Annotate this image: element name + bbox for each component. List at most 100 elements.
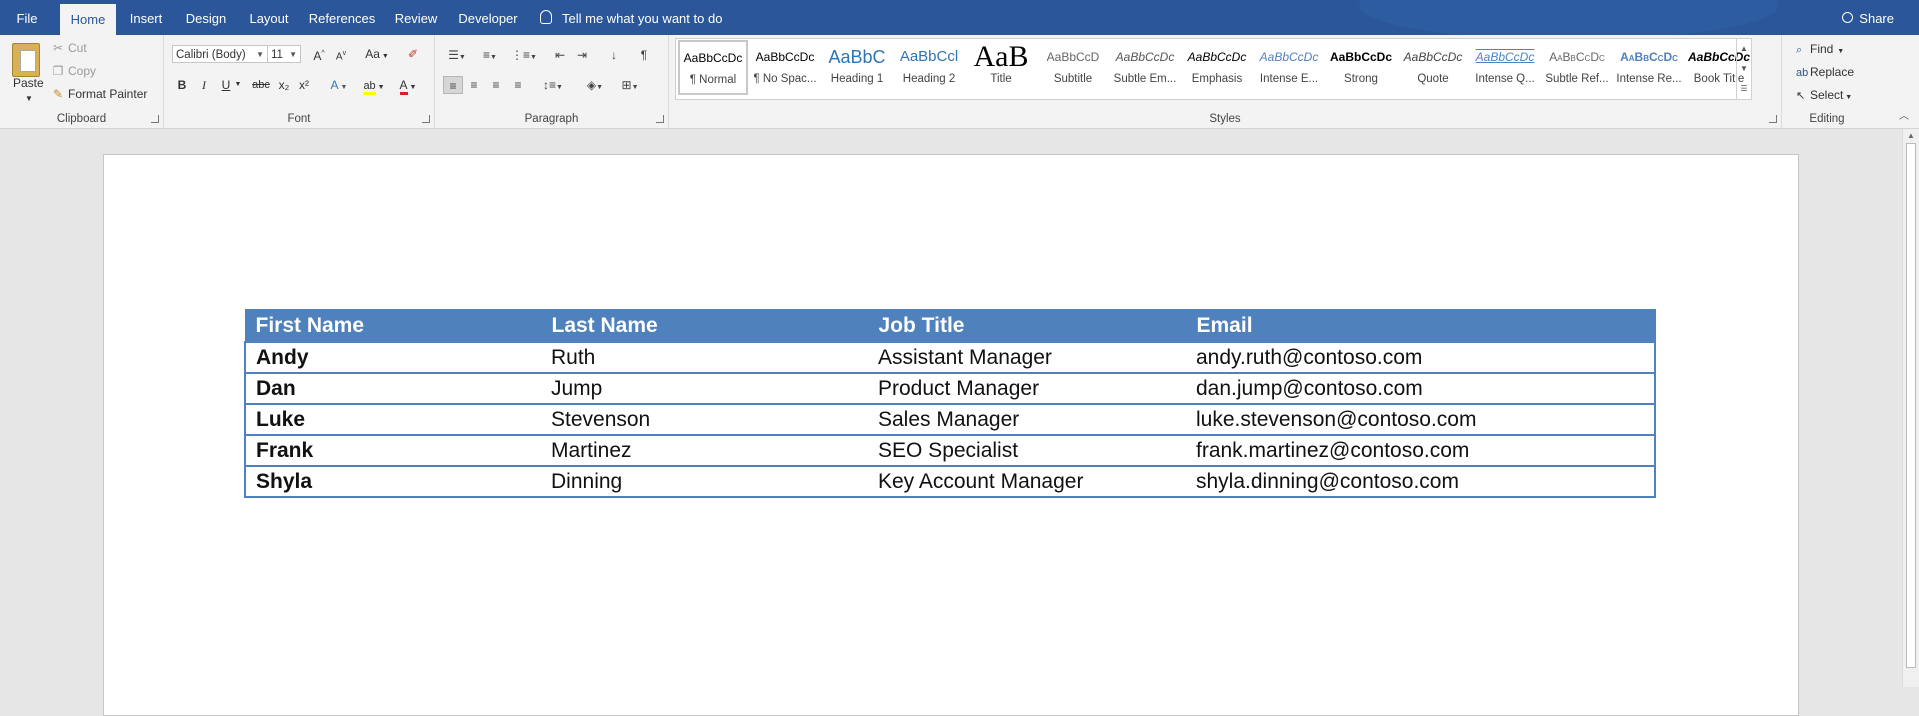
font-size-select[interactable]: 11 ▼ <box>267 45 301 63</box>
cell-last-name: Stevenson <box>541 403 868 436</box>
paste-button[interactable]: Paste ▼ <box>13 76 44 104</box>
style-title[interactable]: AaB Title <box>966 41 1036 96</box>
tell-me-search[interactable]: Tell me what you want to do <box>540 0 722 35</box>
clear-formatting-button[interactable]: ✐ <box>404 44 422 64</box>
underline-button[interactable]: U <box>218 75 234 95</box>
cut-button[interactable]: ✂ Cut <box>52 39 87 57</box>
format-painter-button[interactable]: ✎ Format Painter <box>52 85 147 103</box>
header-email: Email <box>1185 309 1656 343</box>
style-intense-reference[interactable]: AaBbCcDc Intense Re... <box>1614 41 1684 96</box>
style-heading-1[interactable]: AaBbC Heading 1 <box>822 41 892 96</box>
shading-icon[interactable]: ◈▼ <box>581 76 609 94</box>
style-subtitle[interactable]: AaBbCcD Subtitle <box>1038 41 1108 96</box>
scissors-icon: ✂ <box>52 41 64 55</box>
change-case-icon: Aa <box>365 47 380 61</box>
superscript-button[interactable]: x² <box>296 75 312 95</box>
style-subtle-emphasis[interactable]: AaBbCcDc Subtle Em... <box>1110 41 1180 96</box>
underline-dropdown[interactable]: ▼ <box>234 75 242 95</box>
align-center-icon[interactable]: ≡ <box>465 76 483 94</box>
sort-icon[interactable]: ↓ <box>605 46 623 64</box>
copy-button[interactable]: ❐ Copy <box>52 62 96 80</box>
tab-layout[interactable]: Layout <box>246 0 292 35</box>
clipboard-group-label: Clipboard <box>56 113 107 125</box>
share-button[interactable]: Share <box>1842 0 1894 35</box>
grow-font-button[interactable]: A^ <box>312 44 326 64</box>
align-left-icon[interactable]: ≡ <box>443 76 463 94</box>
replace-label: Replace <box>1810 65 1855 79</box>
tab-home[interactable]: Home <box>60 4 116 35</box>
italic-button[interactable]: I <box>196 75 212 95</box>
font-name-select[interactable]: Calibri (Body) ▼ <box>172 45 268 63</box>
style-intense-quote[interactable]: AaBbCcDc Intense Q... <box>1470 41 1540 96</box>
numbering-icon[interactable]: ≡▼ <box>476 46 504 64</box>
style-no-spacing[interactable]: AaBbCcDc ¶ No Spac... <box>750 41 820 96</box>
style-strong[interactable]: AaBbCcDc Strong <box>1326 41 1396 96</box>
bold-button[interactable]: B <box>174 75 190 95</box>
cell-last-name: Ruth <box>541 341 868 374</box>
style-intense-emphasis[interactable]: AaBbCcDc Intense E... <box>1254 41 1324 96</box>
shrink-font-button[interactable]: Av <box>334 44 348 64</box>
highlight-button[interactable]: ab ▼ <box>360 75 388 95</box>
subscript-button[interactable]: x₂ <box>276 75 292 95</box>
text-effects-button[interactable]: A ▼ <box>326 75 352 95</box>
table-row: Shyla Dinning Key Account Manager shyla.… <box>244 465 1656 498</box>
align-right-icon[interactable]: ≡ <box>487 76 505 94</box>
copy-label: Copy <box>68 64 97 78</box>
gallery-up-icon[interactable]: ▲ <box>1737 39 1751 59</box>
style-name: Intense E... <box>1259 73 1319 85</box>
tab-developer[interactable]: Developer <box>456 0 520 35</box>
contacts-table: First Name Last Name Job Title Email And… <box>244 309 1656 498</box>
gallery-down-icon[interactable]: ▼ <box>1737 59 1751 79</box>
style-emphasis[interactable]: AaBbCcDc Emphasis <box>1182 41 1252 96</box>
vertical-scrollbar[interactable]: ▲ <box>1902 129 1919 687</box>
scroll-up-icon[interactable]: ▲ <box>1907 131 1915 140</box>
find-button[interactable]: ⌕ Find ▼ <box>1796 39 1844 59</box>
cell-last-name: Jump <box>541 372 868 405</box>
tab-file[interactable]: File <box>10 0 44 35</box>
line-spacing-icon[interactable]: ↕≡▼ <box>539 76 567 94</box>
pilcrow-icon[interactable]: ¶ <box>635 46 653 64</box>
cell-last-name: Dinning <box>541 465 868 498</box>
decrease-indent-icon[interactable]: ⇤ <box>551 46 569 64</box>
justify-icon[interactable]: ≡ <box>509 76 527 94</box>
style-quote[interactable]: AaBbCcDc Quote <box>1398 41 1468 96</box>
paragraph-launcher-icon[interactable] <box>656 115 664 123</box>
cell-last-name: Martinez <box>541 434 868 467</box>
cell-first-name: Frank <box>244 434 541 467</box>
tab-insert[interactable]: Insert <box>126 0 166 35</box>
select-button[interactable]: ↖ Select ▼ <box>1796 85 1852 105</box>
tab-references[interactable]: References <box>308 0 376 35</box>
increase-indent-icon[interactable]: ⇥ <box>573 46 591 64</box>
style-heading-2[interactable]: AaBbCcl Heading 2 <box>894 41 964 96</box>
cell-first-name: Dan <box>244 372 541 405</box>
cell-job-title: Sales Manager <box>868 403 1186 436</box>
style-normal[interactable]: AaBbCcDc ¶ Normal <box>678 40 748 95</box>
collapse-ribbon-icon[interactable]: ︿ <box>1899 107 1909 122</box>
font-launcher-icon[interactable] <box>422 115 430 123</box>
cell-email: frank.martinez@contoso.com <box>1186 434 1656 467</box>
strikethrough-button[interactable]: abc <box>250 75 272 95</box>
style-name: Quote <box>1417 73 1449 85</box>
bullets-icon[interactable]: ☰▼ <box>444 46 470 64</box>
style-preview: AaBbCcDc <box>683 51 743 65</box>
document-page[interactable]: First Name Last Name Job Title Email And… <box>103 154 1799 716</box>
cursor-icon: ↖ <box>1796 90 1806 102</box>
styles-gallery-scroll: ▲ ▼ ☰ <box>1736 39 1751 99</box>
scrollbar-thumb[interactable] <box>1906 143 1916 668</box>
style-name: ¶ No Spac... <box>753 73 817 85</box>
style-subtle-reference[interactable]: AaBbCcDc Subtle Ref... <box>1542 41 1612 96</box>
clipboard-launcher-icon[interactable] <box>151 115 159 123</box>
multilevel-list-icon[interactable]: ⋮≡▼ <box>510 46 538 64</box>
table-row: Andy Ruth Assistant Manager andy.ruth@co… <box>244 341 1656 374</box>
font-name-value: Calibri (Body) <box>176 49 246 61</box>
font-color-button[interactable]: A ▼ <box>394 75 422 95</box>
style-name: Heading 1 <box>830 73 884 85</box>
paste-icon[interactable] <box>12 43 40 77</box>
replace-button[interactable]: ab Replace <box>1796 62 1854 82</box>
styles-launcher-icon[interactable] <box>1769 115 1777 123</box>
change-case-button[interactable]: Aa ▼ <box>362 44 392 64</box>
tab-review[interactable]: Review <box>391 0 441 35</box>
gallery-more-icon[interactable]: ☰ <box>1737 79 1751 99</box>
borders-icon[interactable]: ⊞▼ <box>615 76 645 94</box>
tab-design[interactable]: Design <box>183 0 229 35</box>
